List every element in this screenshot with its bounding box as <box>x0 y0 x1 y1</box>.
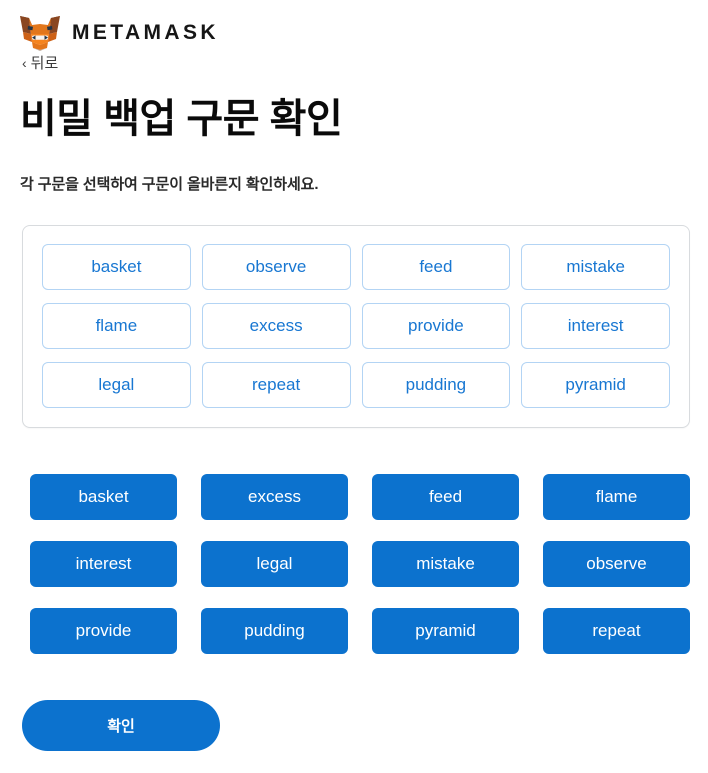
selected-word-chip[interactable]: flame <box>42 302 191 349</box>
word-bank-button[interactable]: provide <box>30 607 177 654</box>
metamask-fox-icon <box>18 12 62 52</box>
confirm-row: 확인 <box>22 699 708 751</box>
selected-phrase-card: basket observe feed mistake flame excess… <box>22 224 690 428</box>
word-bank-button[interactable]: interest <box>30 540 177 587</box>
selected-word-chip[interactable]: observe <box>201 243 351 290</box>
selected-word-chip[interactable]: interest <box>521 302 670 349</box>
selected-word-chip[interactable]: legal <box>42 361 191 408</box>
back-link[interactable]: ‹ 뒤로 <box>22 54 59 72</box>
back-link-label: 뒤로 <box>30 55 59 72</box>
selected-word-chip[interactable]: excess <box>201 302 351 349</box>
selected-word-chip[interactable]: provide <box>361 302 511 349</box>
word-bank-button[interactable]: legal <box>201 540 348 587</box>
chevron-left-icon: ‹ <box>22 54 27 71</box>
word-bank-button[interactable]: observe <box>543 540 690 587</box>
word-bank-button[interactable]: pyramid <box>372 607 519 654</box>
selected-word-chip[interactable]: basket <box>42 243 191 290</box>
app-header: METAMASK ‹ 뒤로 <box>0 0 708 74</box>
word-bank-button[interactable]: excess <box>201 473 348 520</box>
word-bank-button[interactable]: pudding <box>201 607 348 654</box>
word-bank-button[interactable]: mistake <box>372 540 519 587</box>
selected-word-chip[interactable]: pyramid <box>521 361 670 408</box>
selected-word-chip[interactable]: pudding <box>361 361 511 408</box>
word-bank-grid: basket excess feed flame interest legal … <box>30 473 690 654</box>
word-bank-button[interactable]: repeat <box>543 607 690 654</box>
brand-row: METAMASK <box>18 12 708 52</box>
selected-word-chip[interactable]: repeat <box>201 361 351 408</box>
page-root: METAMASK ‹ 뒤로 비밀 백업 구문 확인 각 구문을 선택하여 구문이… <box>0 0 708 773</box>
selected-phrase-grid: basket observe feed mistake flame excess… <box>42 243 670 408</box>
word-bank-button[interactable]: basket <box>30 473 177 520</box>
confirm-button[interactable]: 확인 <box>22 699 220 751</box>
metamask-wordmark: METAMASK <box>72 20 219 44</box>
page-subtitle: 각 구문을 선택하여 구문이 올바른지 확인하세요. <box>20 175 319 193</box>
page-title: 비밀 백업 구문 확인 <box>20 96 343 141</box>
word-bank-button[interactable]: feed <box>372 473 519 520</box>
selected-word-chip[interactable]: feed <box>361 243 511 290</box>
word-bank-button[interactable]: flame <box>543 473 690 520</box>
selected-word-chip[interactable]: mistake <box>521 243 670 290</box>
